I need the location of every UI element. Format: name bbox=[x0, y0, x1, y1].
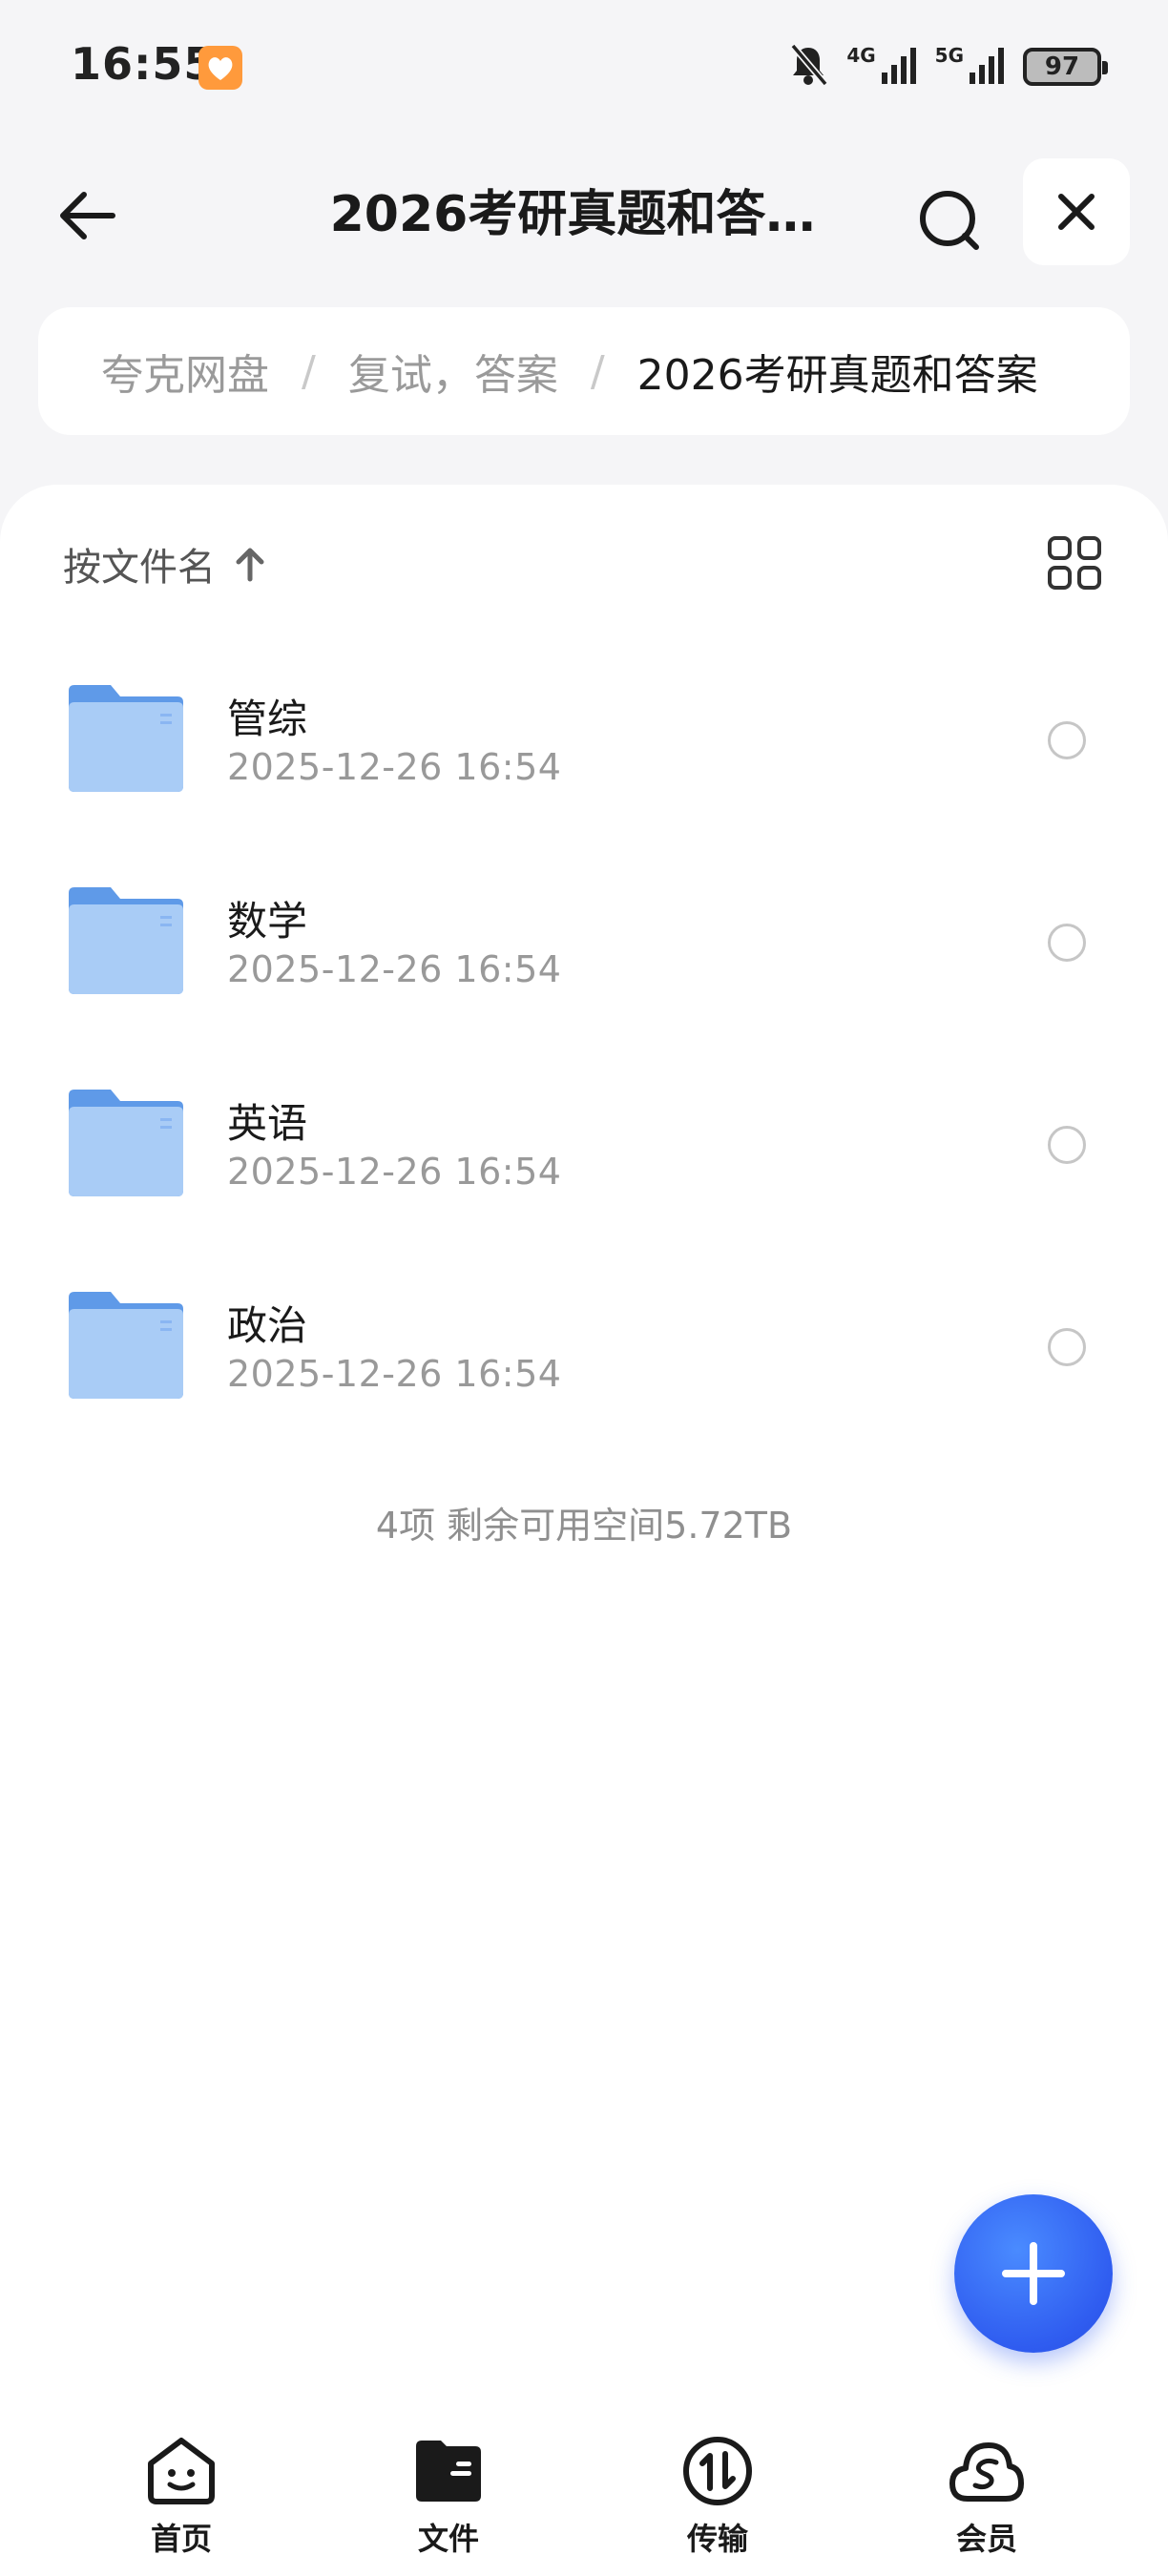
file-name: 管综 bbox=[227, 696, 308, 742]
tab-member[interactable]: 会员 bbox=[891, 2433, 1082, 2576]
storage-summary: 4项 剩余可用空间5.72TB bbox=[375, 1505, 793, 1547]
file-list: 管综 2025-12-26 16:54 数学 2025-12-26 16:54 bbox=[0, 649, 1168, 1458]
tab-files[interactable]: 文件 bbox=[353, 2433, 544, 2576]
select-radio[interactable] bbox=[1048, 1126, 1086, 1164]
folder-icon bbox=[67, 1290, 185, 1401]
select-radio[interactable] bbox=[1048, 1328, 1086, 1366]
tab-label: 传输 bbox=[686, 2521, 748, 2557]
folder-icon bbox=[67, 683, 185, 794]
breadcrumb-separator: / bbox=[590, 346, 605, 396]
tab-home[interactable]: 首页 bbox=[86, 2433, 277, 2576]
breadcrumb-item-current: 2026考研真题和答案 bbox=[636, 351, 1038, 400]
breadcrumb-separator: / bbox=[302, 346, 316, 396]
battery-icon: 97 bbox=[1023, 48, 1108, 86]
sort-label: 按文件名 bbox=[63, 546, 216, 590]
search-icon bbox=[920, 191, 979, 250]
plus-icon bbox=[1002, 2242, 1065, 2305]
page-title: 2026考研真题和答… bbox=[329, 186, 816, 243]
breadcrumb-item-root[interactable]: 夸克网盘 bbox=[101, 341, 269, 402]
add-button[interactable] bbox=[954, 2194, 1113, 2353]
breadcrumb-item-parent[interactable]: 复试，答案 bbox=[348, 341, 558, 402]
health-app-icon bbox=[198, 46, 242, 90]
arrow-left-icon bbox=[60, 192, 115, 239]
cloud-member-icon bbox=[949, 2433, 1025, 2509]
sort-control[interactable]: 按文件名 bbox=[63, 530, 267, 597]
grid-view-icon bbox=[1048, 536, 1101, 590]
status-bar: 16:55 4G 5G 97 bbox=[0, 0, 1168, 134]
tab-label: 首页 bbox=[150, 2521, 212, 2557]
file-row-1[interactable]: 数学 2025-12-26 16:54 bbox=[0, 851, 1168, 1053]
status-time: 16:55 bbox=[71, 38, 216, 90]
network-label-4g: 4G bbox=[846, 44, 876, 67]
breadcrumb: 夸克网盘 / 复试，答案 / 2026考研真题和答案 bbox=[38, 307, 1130, 435]
folder-icon bbox=[67, 1088, 185, 1198]
file-row-0[interactable]: 管综 2025-12-26 16:54 bbox=[0, 649, 1168, 851]
arrow-up-icon bbox=[236, 548, 264, 582]
folder-icon bbox=[67, 885, 185, 996]
folder-filled-icon bbox=[410, 2433, 487, 2509]
file-row-2[interactable]: 英语 2025-12-26 16:54 bbox=[0, 1053, 1168, 1256]
tab-label: 会员 bbox=[955, 2521, 1017, 2557]
close-icon bbox=[1058, 194, 1095, 230]
signal-icon-2 bbox=[968, 44, 1006, 90]
mute-bell-icon bbox=[787, 42, 829, 92]
screen: 16:55 4G 5G 97 2026考研真题和答… 夸克网盘 / 复试，答案 … bbox=[0, 0, 1168, 2576]
file-date: 2025-12-26 16:54 bbox=[227, 948, 562, 990]
file-date: 2025-12-26 16:54 bbox=[227, 746, 562, 788]
status-icons: 4G 5G 97 bbox=[787, 42, 1108, 92]
tab-label: 文件 bbox=[417, 2521, 479, 2557]
file-name: 政治 bbox=[227, 1302, 308, 1349]
search-button[interactable] bbox=[907, 177, 992, 263]
smile-home-icon bbox=[143, 2433, 219, 2509]
file-date: 2025-12-26 16:54 bbox=[227, 1353, 562, 1395]
transfer-icon bbox=[679, 2433, 756, 2509]
back-button[interactable] bbox=[48, 177, 124, 254]
signal-icon-1 bbox=[880, 44, 918, 90]
select-radio[interactable] bbox=[1048, 721, 1086, 759]
network-label-5g: 5G bbox=[934, 44, 964, 67]
file-date: 2025-12-26 16:54 bbox=[227, 1151, 562, 1193]
battery-level: 97 bbox=[1044, 52, 1080, 81]
tab-transfer[interactable]: 传输 bbox=[622, 2433, 813, 2576]
bottom-tab-bar: 首页 文件 传输 会员 bbox=[0, 2414, 1168, 2576]
file-name: 数学 bbox=[227, 898, 308, 945]
file-row-3[interactable]: 政治 2025-12-26 16:54 bbox=[0, 1256, 1168, 1458]
select-radio[interactable] bbox=[1048, 924, 1086, 962]
close-button[interactable] bbox=[1023, 158, 1130, 265]
file-name: 英语 bbox=[227, 1100, 308, 1147]
grid-view-button[interactable] bbox=[1040, 529, 1109, 597]
